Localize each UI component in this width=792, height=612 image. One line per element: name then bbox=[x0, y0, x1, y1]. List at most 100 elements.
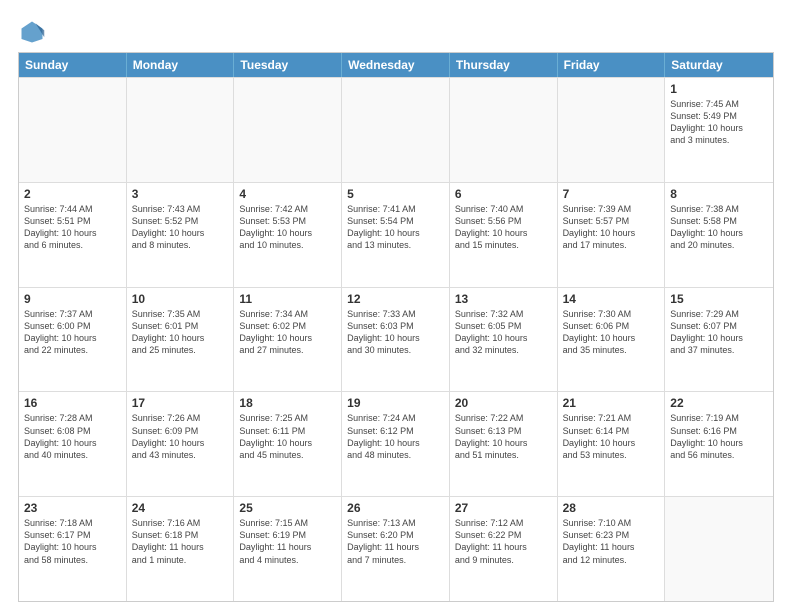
day-number: 13 bbox=[455, 292, 552, 306]
calendar-day-cell: 26 Sunrise: 7:13 AM Sunset: 6:20 PM Dayli… bbox=[342, 497, 450, 601]
calendar-day-cell: 21 Sunrise: 7:21 AM Sunset: 6:14 PM Dayli… bbox=[558, 392, 666, 496]
logo-icon bbox=[18, 18, 46, 46]
calendar-day-cell: 12 Sunrise: 7:33 AM Sunset: 6:03 PM Dayli… bbox=[342, 288, 450, 392]
calendar-day-cell: 13 Sunrise: 7:32 AM Sunset: 6:05 PM Dayli… bbox=[450, 288, 558, 392]
calendar-day-cell: 20 Sunrise: 7:22 AM Sunset: 6:13 PM Dayli… bbox=[450, 392, 558, 496]
day-info: Sunrise: 7:24 AM Sunset: 6:12 PM Dayligh… bbox=[347, 412, 444, 461]
day-info: Sunrise: 7:45 AM Sunset: 5:49 PM Dayligh… bbox=[670, 98, 768, 147]
day-number: 3 bbox=[132, 187, 229, 201]
day-number: 6 bbox=[455, 187, 552, 201]
calendar-day-cell: 25 Sunrise: 7:15 AM Sunset: 6:19 PM Dayli… bbox=[234, 497, 342, 601]
day-number: 23 bbox=[24, 501, 121, 515]
page: SundayMondayTuesdayWednesdayThursdayFrid… bbox=[0, 0, 792, 612]
calendar-row: 1 Sunrise: 7:45 AM Sunset: 5:49 PM Daylig… bbox=[19, 77, 773, 182]
header bbox=[18, 18, 774, 46]
day-info: Sunrise: 7:28 AM Sunset: 6:08 PM Dayligh… bbox=[24, 412, 121, 461]
day-number: 14 bbox=[563, 292, 660, 306]
day-number: 22 bbox=[670, 396, 768, 410]
day-number: 19 bbox=[347, 396, 444, 410]
day-info: Sunrise: 7:21 AM Sunset: 6:14 PM Dayligh… bbox=[563, 412, 660, 461]
calendar-header: SundayMondayTuesdayWednesdayThursdayFrid… bbox=[19, 53, 773, 77]
day-number: 26 bbox=[347, 501, 444, 515]
calendar-row: 2 Sunrise: 7:44 AM Sunset: 5:51 PM Daylig… bbox=[19, 182, 773, 287]
day-info: Sunrise: 7:22 AM Sunset: 6:13 PM Dayligh… bbox=[455, 412, 552, 461]
day-info: Sunrise: 7:33 AM Sunset: 6:03 PM Dayligh… bbox=[347, 308, 444, 357]
empty-day-cell bbox=[558, 78, 666, 182]
calendar-day-cell: 6 Sunrise: 7:40 AM Sunset: 5:56 PM Daylig… bbox=[450, 183, 558, 287]
day-info: Sunrise: 7:15 AM Sunset: 6:19 PM Dayligh… bbox=[239, 517, 336, 566]
day-number: 9 bbox=[24, 292, 121, 306]
calendar-day-cell: 2 Sunrise: 7:44 AM Sunset: 5:51 PM Daylig… bbox=[19, 183, 127, 287]
day-number: 24 bbox=[132, 501, 229, 515]
weekday-header: Saturday bbox=[665, 53, 773, 77]
day-info: Sunrise: 7:41 AM Sunset: 5:54 PM Dayligh… bbox=[347, 203, 444, 252]
day-info: Sunrise: 7:13 AM Sunset: 6:20 PM Dayligh… bbox=[347, 517, 444, 566]
empty-day-cell bbox=[342, 78, 450, 182]
calendar-body: 1 Sunrise: 7:45 AM Sunset: 5:49 PM Daylig… bbox=[19, 77, 773, 601]
day-info: Sunrise: 7:29 AM Sunset: 6:07 PM Dayligh… bbox=[670, 308, 768, 357]
calendar-day-cell: 8 Sunrise: 7:38 AM Sunset: 5:58 PM Daylig… bbox=[665, 183, 773, 287]
day-number: 1 bbox=[670, 82, 768, 96]
day-number: 5 bbox=[347, 187, 444, 201]
day-number: 20 bbox=[455, 396, 552, 410]
calendar-day-cell: 14 Sunrise: 7:30 AM Sunset: 6:06 PM Dayli… bbox=[558, 288, 666, 392]
empty-day-cell bbox=[665, 497, 773, 601]
day-info: Sunrise: 7:19 AM Sunset: 6:16 PM Dayligh… bbox=[670, 412, 768, 461]
calendar-row: 23 Sunrise: 7:18 AM Sunset: 6:17 PM Dayli… bbox=[19, 496, 773, 601]
calendar-day-cell: 18 Sunrise: 7:25 AM Sunset: 6:11 PM Dayli… bbox=[234, 392, 342, 496]
day-info: Sunrise: 7:42 AM Sunset: 5:53 PM Dayligh… bbox=[239, 203, 336, 252]
calendar-day-cell: 28 Sunrise: 7:10 AM Sunset: 6:23 PM Dayli… bbox=[558, 497, 666, 601]
calendar-day-cell: 16 Sunrise: 7:28 AM Sunset: 6:08 PM Dayli… bbox=[19, 392, 127, 496]
calendar-day-cell: 24 Sunrise: 7:16 AM Sunset: 6:18 PM Dayli… bbox=[127, 497, 235, 601]
day-number: 18 bbox=[239, 396, 336, 410]
day-info: Sunrise: 7:16 AM Sunset: 6:18 PM Dayligh… bbox=[132, 517, 229, 566]
weekday-header: Friday bbox=[558, 53, 666, 77]
calendar-day-cell: 15 Sunrise: 7:29 AM Sunset: 6:07 PM Dayli… bbox=[665, 288, 773, 392]
day-info: Sunrise: 7:34 AM Sunset: 6:02 PM Dayligh… bbox=[239, 308, 336, 357]
calendar-day-cell: 17Sunrise: 7:26 AM Sunset: 6:09 PM Dayli… bbox=[127, 392, 235, 496]
calendar-day-cell: 23 Sunrise: 7:18 AM Sunset: 6:17 PM Dayli… bbox=[19, 497, 127, 601]
day-number: 21 bbox=[563, 396, 660, 410]
day-number: 2 bbox=[24, 187, 121, 201]
empty-day-cell bbox=[19, 78, 127, 182]
day-number: 16 bbox=[24, 396, 121, 410]
weekday-header: Sunday bbox=[19, 53, 127, 77]
calendar: SundayMondayTuesdayWednesdayThursdayFrid… bbox=[18, 52, 774, 602]
day-number: 12 bbox=[347, 292, 444, 306]
day-info: Sunrise: 7:30 AM Sunset: 6:06 PM Dayligh… bbox=[563, 308, 660, 357]
weekday-header: Thursday bbox=[450, 53, 558, 77]
day-number: 17 bbox=[132, 396, 229, 410]
day-info: Sunrise: 7:40 AM Sunset: 5:56 PM Dayligh… bbox=[455, 203, 552, 252]
day-number: 8 bbox=[670, 187, 768, 201]
day-info: Sunrise: 7:43 AM Sunset: 5:52 PM Dayligh… bbox=[132, 203, 229, 252]
day-info: Sunrise: 7:12 AM Sunset: 6:22 PM Dayligh… bbox=[455, 517, 552, 566]
day-number: 28 bbox=[563, 501, 660, 515]
calendar-day-cell: 27Sunrise: 7:12 AM Sunset: 6:22 PM Dayli… bbox=[450, 497, 558, 601]
day-number: 10 bbox=[132, 292, 229, 306]
calendar-day-cell: 19 Sunrise: 7:24 AM Sunset: 6:12 PM Dayli… bbox=[342, 392, 450, 496]
day-info: Sunrise: 7:32 AM Sunset: 6:05 PM Dayligh… bbox=[455, 308, 552, 357]
day-number: 15 bbox=[670, 292, 768, 306]
weekday-header: Wednesday bbox=[342, 53, 450, 77]
weekday-header: Tuesday bbox=[234, 53, 342, 77]
day-info: Sunrise: 7:38 AM Sunset: 5:58 PM Dayligh… bbox=[670, 203, 768, 252]
day-info: Sunrise: 7:25 AM Sunset: 6:11 PM Dayligh… bbox=[239, 412, 336, 461]
calendar-day-cell: 4 Sunrise: 7:42 AM Sunset: 5:53 PM Daylig… bbox=[234, 183, 342, 287]
day-number: 25 bbox=[239, 501, 336, 515]
day-info: Sunrise: 7:44 AM Sunset: 5:51 PM Dayligh… bbox=[24, 203, 121, 252]
calendar-day-cell: 22 Sunrise: 7:19 AM Sunset: 6:16 PM Dayli… bbox=[665, 392, 773, 496]
calendar-day-cell: 9 Sunrise: 7:37 AM Sunset: 6:00 PM Daylig… bbox=[19, 288, 127, 392]
calendar-day-cell: 3 Sunrise: 7:43 AM Sunset: 5:52 PM Daylig… bbox=[127, 183, 235, 287]
calendar-day-cell: 11 Sunrise: 7:34 AM Sunset: 6:02 PM Dayli… bbox=[234, 288, 342, 392]
weekday-header: Monday bbox=[127, 53, 235, 77]
day-info: Sunrise: 7:39 AM Sunset: 5:57 PM Dayligh… bbox=[563, 203, 660, 252]
day-info: Sunrise: 7:10 AM Sunset: 6:23 PM Dayligh… bbox=[563, 517, 660, 566]
day-info: Sunrise: 7:35 AM Sunset: 6:01 PM Dayligh… bbox=[132, 308, 229, 357]
calendar-day-cell: 10 Sunrise: 7:35 AM Sunset: 6:01 PM Dayli… bbox=[127, 288, 235, 392]
day-number: 11 bbox=[239, 292, 336, 306]
day-info: Sunrise: 7:18 AM Sunset: 6:17 PM Dayligh… bbox=[24, 517, 121, 566]
day-info: Sunrise: 7:37 AM Sunset: 6:00 PM Dayligh… bbox=[24, 308, 121, 357]
day-number: 4 bbox=[239, 187, 336, 201]
calendar-day-cell: 1 Sunrise: 7:45 AM Sunset: 5:49 PM Daylig… bbox=[665, 78, 773, 182]
day-number: 7 bbox=[563, 187, 660, 201]
